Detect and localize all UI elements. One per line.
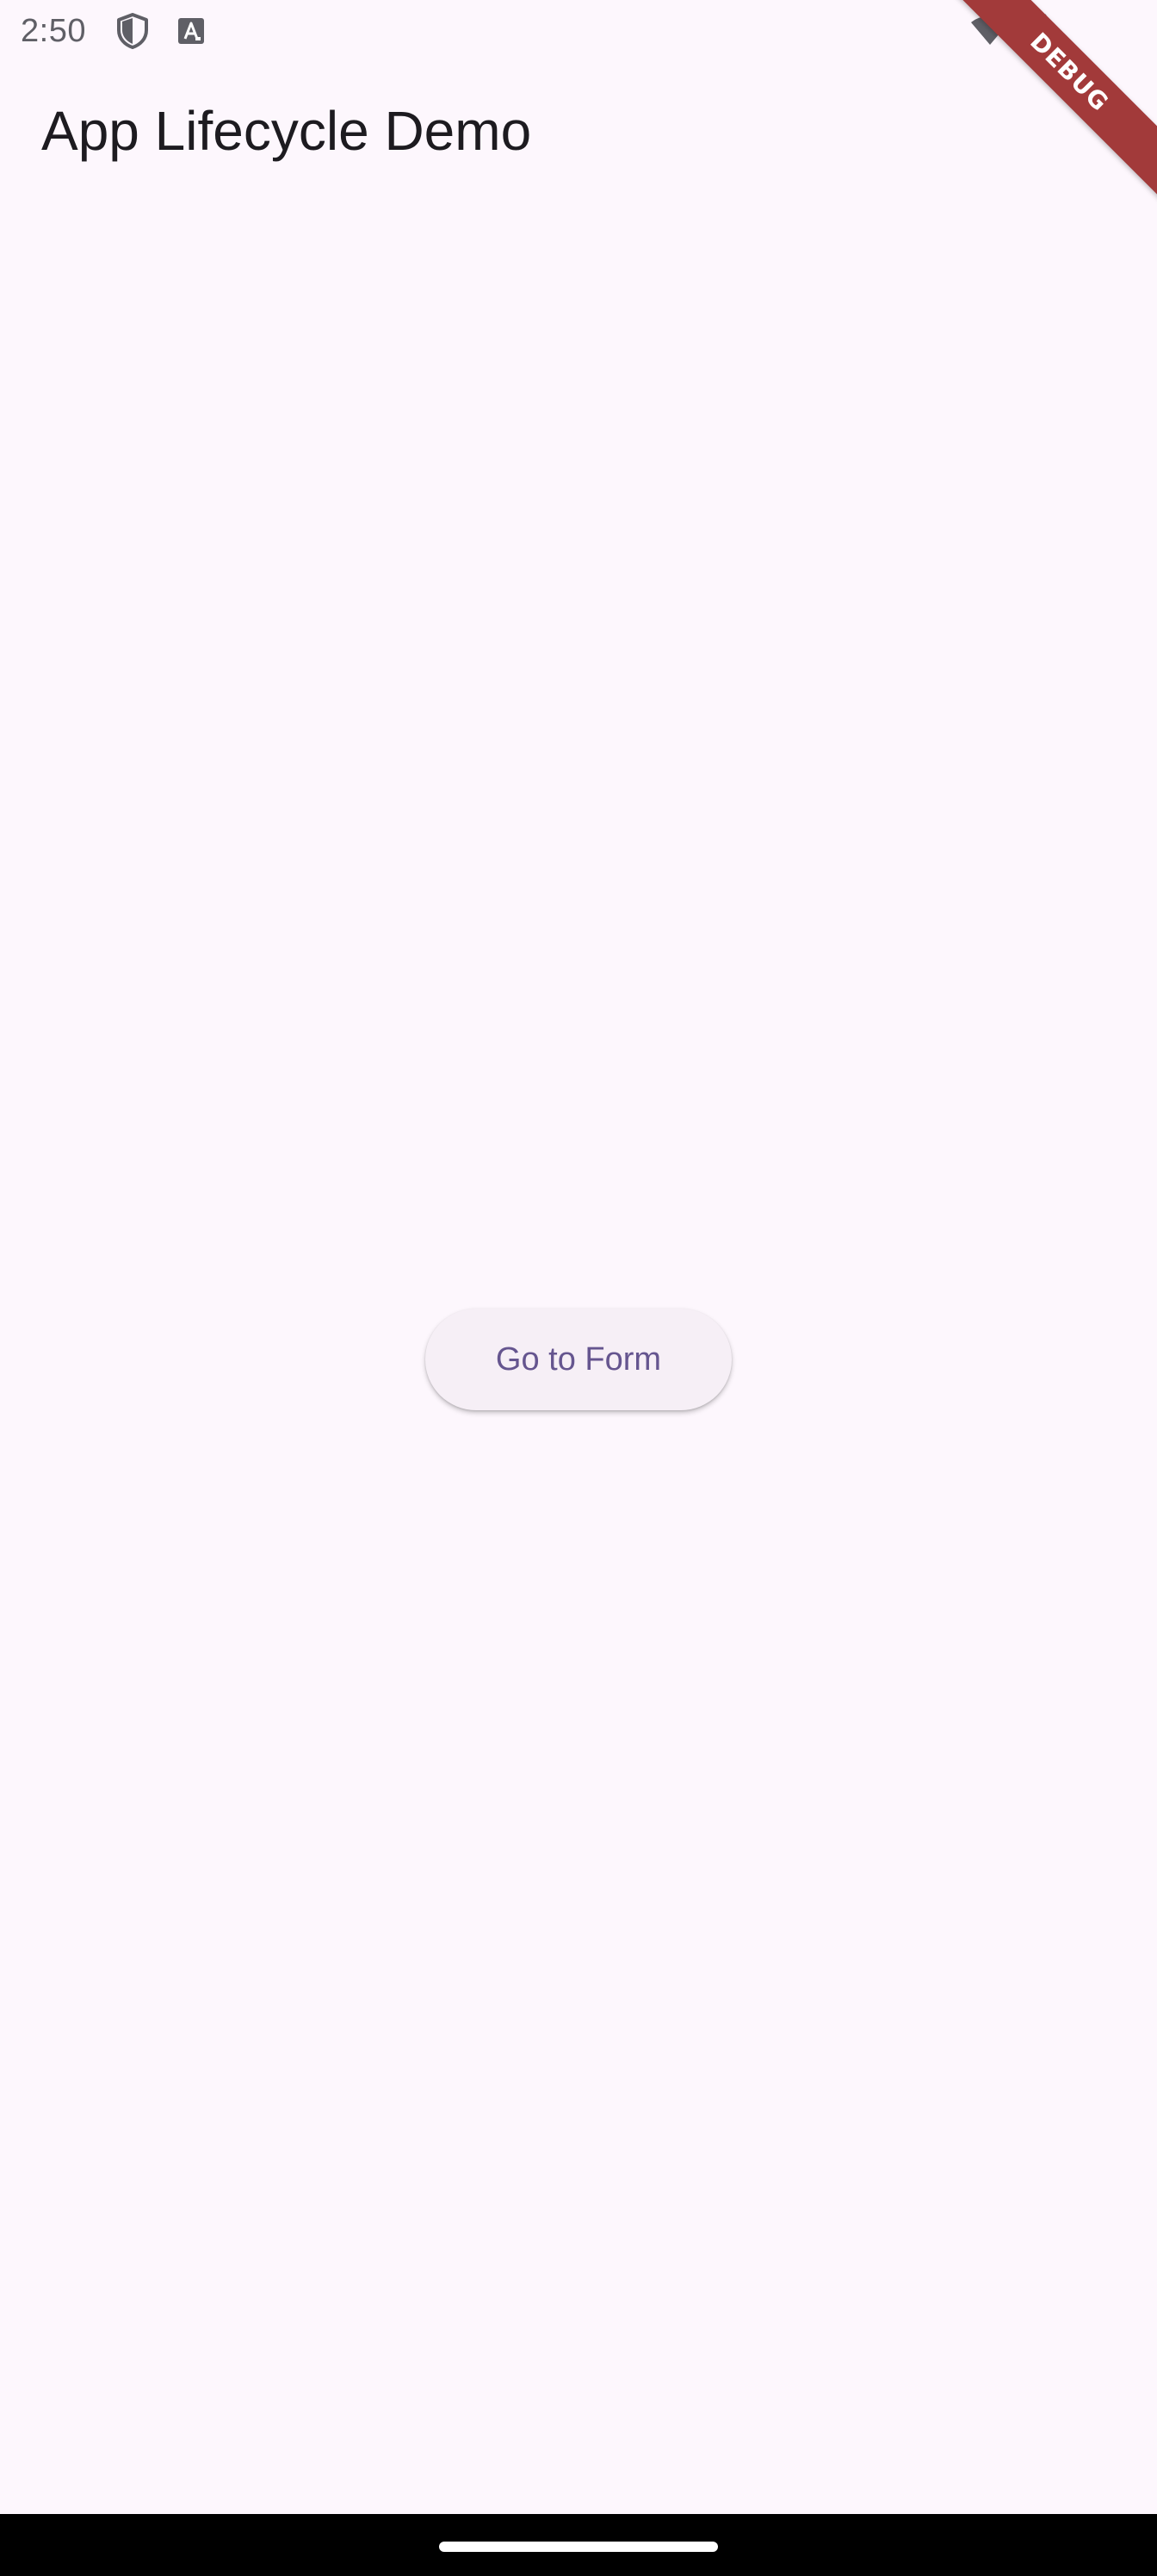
shield-icon	[117, 13, 148, 49]
app-bar: App Lifecycle Demo	[0, 62, 1157, 200]
status-time: 2:50	[21, 13, 86, 49]
home-gesture-handle[interactable]	[439, 2542, 718, 2552]
app-screen: 2:50 DEBUG App Lifecycle Demo Go to Form	[0, 0, 1157, 2576]
page-title: App Lifecycle Demo	[41, 100, 532, 162]
font-icon	[178, 18, 204, 44]
go-to-form-button[interactable]: Go to Form	[425, 1309, 732, 1410]
navigation-bar	[0, 2514, 1157, 2576]
